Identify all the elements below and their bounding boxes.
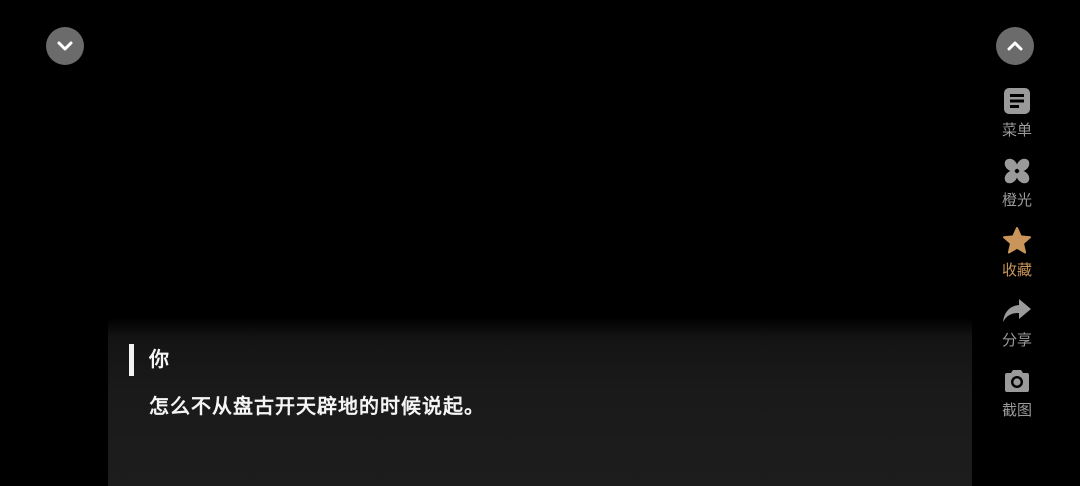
favorite-button[interactable]: 收藏	[986, 224, 1048, 294]
chevron-up-icon	[1007, 41, 1023, 51]
menu-doc-icon	[1004, 88, 1030, 114]
chengguang-label: 橙光	[1001, 191, 1032, 209]
share-button[interactable]: 分享	[986, 294, 1048, 364]
star-icon	[1003, 227, 1031, 254]
speaker-marker	[129, 344, 134, 376]
camera-icon	[1005, 370, 1029, 392]
menu-button[interactable]: 菜单	[986, 84, 1048, 154]
collapse-button[interactable]	[46, 27, 84, 65]
share-label: 分享	[1001, 331, 1032, 349]
share-arrow-icon	[1003, 299, 1031, 322]
favorite-label: 收藏	[1001, 261, 1032, 279]
pinwheel-icon	[1004, 158, 1030, 184]
dialog-box[interactable]: 你 怎么不从盘古开天辟地的时候说起。	[108, 318, 972, 486]
speaker-name: 你	[149, 347, 169, 371]
side-menu: 菜单 橙光 收藏 分享 截图	[986, 84, 1048, 434]
chevron-down-icon	[57, 41, 73, 51]
screenshot-label: 截图	[1001, 401, 1032, 419]
dialog-text: 怎么不从盘古开天辟地的时候说起。	[149, 394, 485, 418]
menu-label: 菜单	[1001, 121, 1032, 139]
screenshot-button[interactable]: 截图	[986, 364, 1048, 434]
chengguang-button[interactable]: 橙光	[986, 154, 1048, 224]
expand-button[interactable]	[996, 27, 1034, 65]
game-screen[interactable]: 菜单 橙光 收藏 分享 截图 你 怎么不从盘古开天辟地的时候说起。	[0, 0, 1080, 486]
